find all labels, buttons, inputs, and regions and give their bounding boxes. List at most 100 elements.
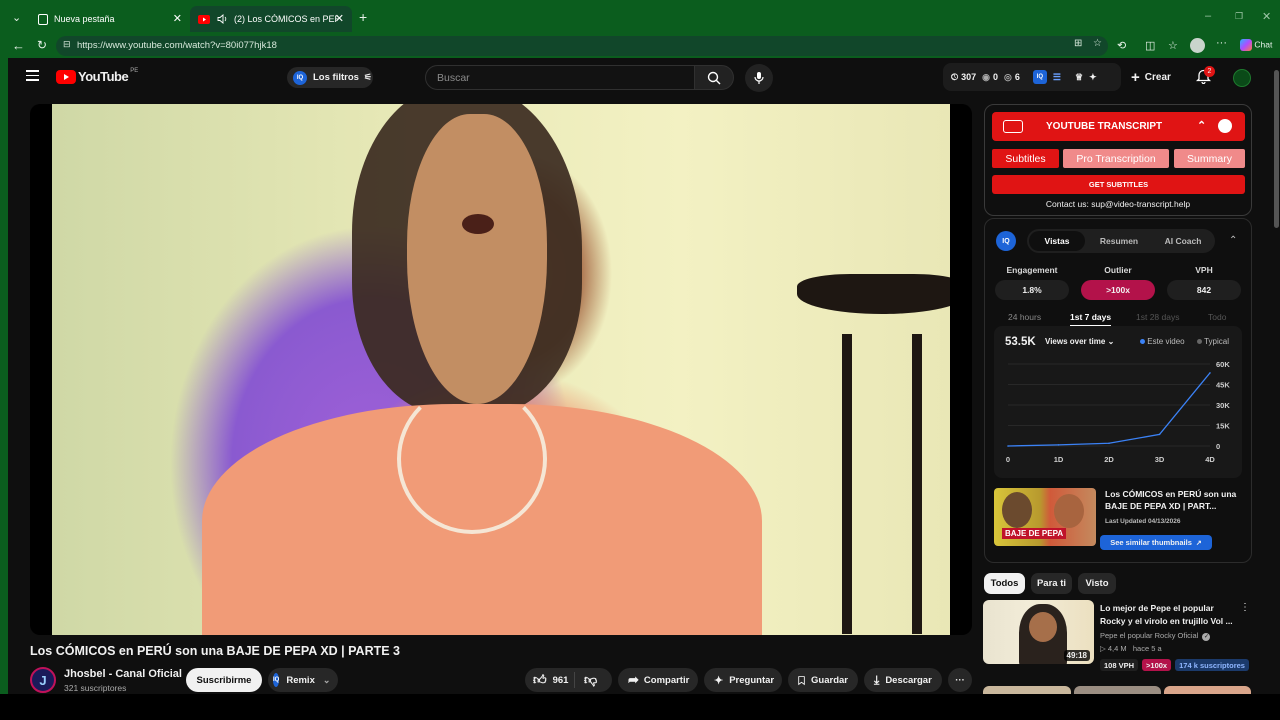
chip-all[interactable]: Todos — [984, 573, 1025, 594]
related-thumbnail[interactable]: BAJE DE PEPA — [994, 488, 1096, 546]
reload-icon[interactable]: ↻ — [37, 38, 47, 52]
close-icon[interactable]: ✕ — [335, 12, 344, 25]
ask-button[interactable]: ✦ Preguntar — [704, 668, 782, 692]
rec-badges: 108 VPH >100x 174 k suscriptores — [1100, 659, 1249, 671]
chevron-down-icon: ⌄ — [322, 674, 331, 685]
tab-label: Pro Transcription — [1076, 152, 1156, 165]
tab-ai-coach[interactable]: AI Coach — [1153, 231, 1213, 251]
new-tab-plus-icon[interactable]: + — [359, 9, 367, 25]
tab-list-chevron-icon[interactable]: ⌄ — [12, 11, 21, 24]
subscribe-button[interactable]: Suscribirme — [186, 668, 262, 692]
get-subtitles-button[interactable]: GET SUBTITLES — [992, 175, 1245, 194]
url-text: https://www.youtube.com/watch?v=80i077hj… — [77, 40, 277, 51]
taskbar-area — [0, 694, 1280, 720]
chip-for-you[interactable]: Para ti — [1031, 573, 1072, 594]
next-rec-thumbnail[interactable] — [983, 686, 1071, 694]
verified-icon: ✓ — [1202, 633, 1211, 641]
sliders-icon: ⚟ — [363, 72, 372, 82]
channel-avatar[interactable]: J — [30, 667, 56, 693]
collapse-chevron-icon[interactable]: ⌃ — [1229, 235, 1237, 246]
range-first-7-days[interactable]: 1st 7 days — [1070, 312, 1112, 327]
get-subtitles-label: GET SUBTITLES — [1088, 180, 1149, 189]
list-icon[interactable]: ☰ — [1053, 72, 1061, 83]
more-actions-button[interactable]: ··· — [948, 668, 972, 692]
chip-label: Visto — [1085, 578, 1109, 589]
chevron-up-icon[interactable]: ⌃ — [1197, 119, 1206, 132]
restore-icon[interactable]: ❐ — [1235, 11, 1243, 22]
copilot-icon — [1240, 39, 1252, 51]
filters-button[interactable]: IQ Los filtros ⚟ — [287, 67, 373, 88]
site-info-icon[interactable]: ⊟ — [63, 39, 71, 50]
tab-subtitles[interactable]: Subtitles — [992, 149, 1059, 168]
x-tick-label: 2D — [1104, 455, 1114, 464]
account-avatar[interactable] — [1233, 69, 1251, 87]
split-screen-icon[interactable]: ◫ — [1145, 39, 1155, 52]
bookmark-star-icon[interactable]: ☆ — [1093, 38, 1102, 49]
trophy-icon[interactable]: ♕ — [1075, 72, 1083, 83]
close-icon[interactable]: ✕ — [173, 12, 182, 25]
tab-label: Subtitles — [1005, 152, 1046, 165]
url-field[interactable]: ⊟ https://www.youtube.com/watch?v=80i077… — [56, 36, 1108, 56]
search-button[interactable] — [694, 65, 734, 90]
back-arrow-icon[interactable]: ← — [12, 38, 25, 53]
user-icon[interactable] — [1218, 119, 1232, 133]
channel-name[interactable]: Jhosbel - Canal Oficial — [64, 668, 182, 680]
close-window-icon[interactable]: ✕ — [1262, 10, 1271, 23]
rec-more-icon[interactable]: ⋮ — [1240, 602, 1250, 613]
favorites-icon[interactable]: ☆ — [1168, 39, 1178, 52]
tab-summary[interactable]: Summary — [1174, 149, 1245, 168]
menu-icon[interactable] — [26, 70, 39, 81]
recommended-video[interactable]: 49:18 Lo mejor de Pepe el popular Rocky … — [983, 600, 1253, 672]
tab-pro-transcription[interactable]: Pro Transcription — [1063, 149, 1169, 168]
iq-logo-icon[interactable]: IQ — [1032, 70, 1047, 84]
video-player[interactable] — [30, 104, 972, 635]
range-all[interactable]: Todo — [1208, 312, 1226, 322]
lamp-shade-shape — [797, 274, 950, 314]
next-rec-thumbnail[interactable] — [1164, 686, 1251, 694]
tab-resumen[interactable]: Resumen — [1091, 231, 1147, 251]
remix-button[interactable]: IQ Remix ⌄ — [268, 668, 338, 692]
tab-active-video[interactable]: (2) Los CÓMICOS en PERÚ so ✕ — [190, 6, 352, 32]
tab-new[interactable]: Nueva pestaña ✕ — [30, 6, 190, 32]
iq-logo-icon: IQ — [996, 231, 1016, 251]
more-menu-icon[interactable]: ··· — [1216, 37, 1227, 49]
scrollbar-thumb[interactable] — [1274, 70, 1279, 228]
tab-vistas[interactable]: Vistas — [1029, 231, 1085, 251]
microphone-icon — [754, 72, 764, 84]
extension-icon[interactable]: ⟲ — [1117, 39, 1126, 52]
profile-avatar[interactable] — [1190, 38, 1205, 53]
rec-face-shape — [1029, 612, 1057, 642]
more-icon: ··· — [955, 674, 965, 686]
share-button[interactable]: ➦ Compartir — [618, 668, 698, 692]
range-first-28-days[interactable]: 1st 28 days — [1136, 312, 1179, 322]
contact-text[interactable]: Contact us: sup@video-transcript.help — [985, 199, 1251, 209]
app-available-icon[interactable]: ⊞ — [1074, 38, 1082, 49]
search-input[interactable]: Buscar — [425, 65, 695, 90]
copilot-chat-button[interactable]: Chat — [1240, 39, 1272, 51]
related-video-card[interactable]: BAJE DE PEPA Los CÓMICOS en PERÚ son una… — [994, 488, 1242, 550]
minimize-icon[interactable]: – — [1205, 10, 1211, 22]
transcript-title: YOUTUBE TRANSCRIPT — [1046, 121, 1163, 132]
youtube-play-icon — [56, 69, 76, 84]
rec-channel[interactable]: Pepe el popular Rocky Oficial ✓ — [1100, 631, 1211, 641]
create-label: Crear — [1144, 72, 1171, 83]
download-button[interactable]: ⤓ Descargar — [864, 668, 942, 692]
sparkle-icon[interactable]: ✦ — [1089, 72, 1097, 83]
y-tick-label: 15K — [1216, 422, 1230, 431]
chip-watched[interactable]: Visto — [1078, 573, 1116, 594]
save-button[interactable]: Guardar — [788, 668, 858, 692]
notifications-button[interactable]: 2 — [1195, 66, 1215, 89]
next-rec-thumbnail[interactable] — [1074, 686, 1161, 694]
transcript-header[interactable]: YOUTUBE TRANSCRIPT ⌃ — [992, 112, 1245, 141]
like-button[interactable]: 👍︎ 961 — [525, 672, 575, 688]
extension-stats-box[interactable]: 🕓︎ 307 ◉ 0 ◎ 6 IQ ☰ ♕ ✦ — [943, 63, 1121, 91]
clock-icon: 🕓︎ — [951, 71, 959, 82]
rec-thumbnail[interactable]: 49:18 — [983, 600, 1094, 664]
youtube-logo[interactable]: YouTube PE — [56, 68, 138, 84]
range-24-hours[interactable]: 24 hours — [1008, 312, 1041, 322]
create-button[interactable]: + Crear — [1131, 69, 1171, 86]
see-similar-button[interactable]: See similar thumbnails ↗ — [1100, 535, 1212, 550]
speaker-icon[interactable] — [216, 13, 228, 25]
voice-search-button[interactable] — [745, 64, 773, 92]
dislike-button[interactable]: 👎︎ — [575, 672, 597, 688]
